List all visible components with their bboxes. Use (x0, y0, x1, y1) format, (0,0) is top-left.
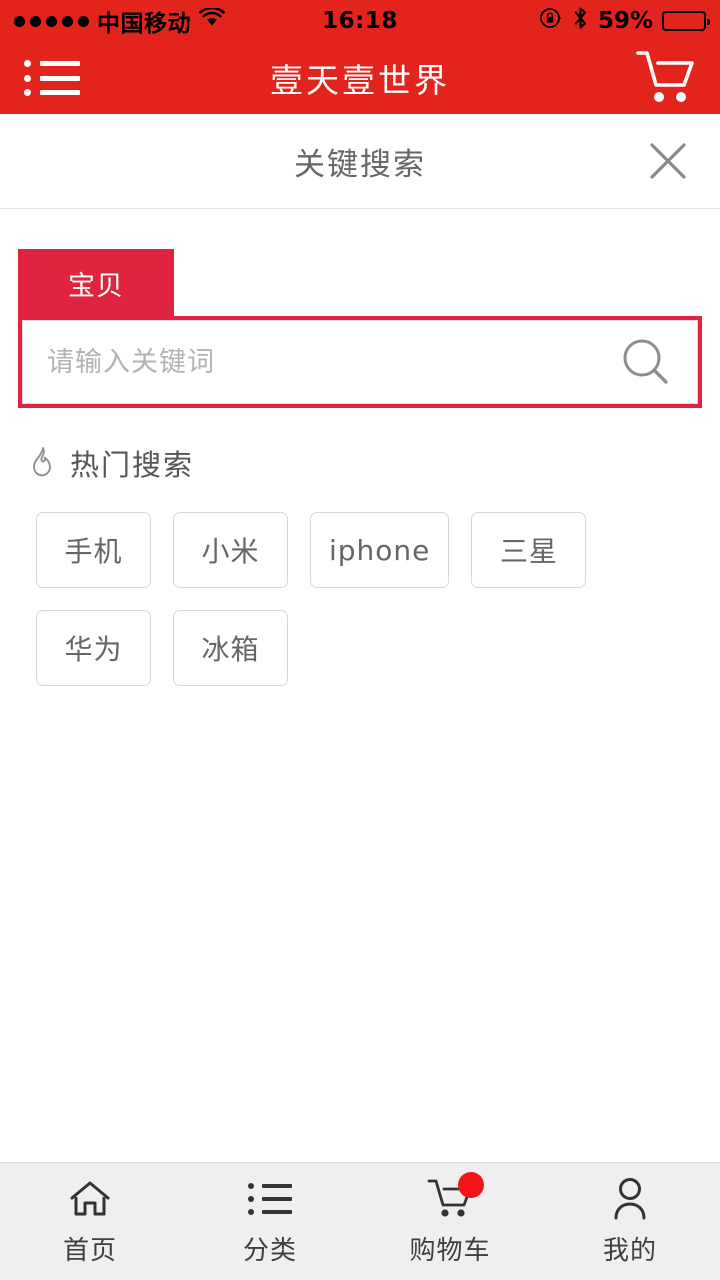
hot-search-title: 热门搜索 (70, 448, 195, 482)
search-area: 宝贝 (0, 209, 720, 408)
bottom-nav-label: 购物车 (409, 1236, 491, 1266)
bluetooth-icon (572, 6, 589, 36)
signal-strength-icon (14, 15, 89, 27)
battery-icon (662, 11, 710, 31)
battery-percent-label: 59% (597, 8, 653, 34)
page-title: 关键搜索 (294, 146, 426, 183)
flame-icon (28, 445, 58, 481)
shopping-cart-icon (426, 1172, 484, 1222)
bottom-nav-item-3[interactable]: 我的 (540, 1163, 720, 1280)
app-header: 壹天壹世界 (0, 42, 720, 114)
hot-search-tag-list: 手机 小米 iphone 三星华为 冰箱 (18, 512, 618, 686)
status-bar-left: 中国移动 (14, 4, 225, 38)
status-bar: 中国移动 16:18 59% (0, 0, 720, 42)
header-shopping-cart-icon[interactable] (634, 48, 696, 108)
hot-search-tag[interactable]: 华为 (36, 610, 151, 686)
hot-search-header: 热门搜索 (18, 442, 702, 484)
user-profile-icon (610, 1176, 650, 1222)
hot-search-tag[interactable]: 三星 (471, 512, 587, 588)
bottom-nav-item-0[interactable]: 首页 (0, 1163, 180, 1280)
bottom-nav-item-1[interactable]: 分类 (180, 1163, 360, 1280)
category-list-icon (248, 1176, 292, 1222)
carrier-label: 中国移动 (97, 11, 191, 37)
app-title: 壹天壹世界 (270, 61, 450, 100)
hot-search-tag[interactable]: iphone (310, 512, 450, 588)
status-bar-right: 59% (539, 6, 710, 36)
cart-badge (458, 1172, 484, 1198)
bottom-navigation-bar: 首页 分类 购物车 我的 (0, 1162, 720, 1280)
search-tab-baobei[interactable]: 宝贝 (18, 249, 174, 316)
hot-search-section: 热门搜索 手机 小米 iphone 三星华为 冰箱 (0, 408, 720, 686)
bottom-nav-label: 我的 (602, 1236, 657, 1266)
bottom-nav-label: 首页 (62, 1236, 117, 1266)
hot-search-tag[interactable]: 手机 (36, 512, 151, 588)
list-menu-icon[interactable] (24, 56, 80, 100)
search-input-wrapper (22, 320, 698, 404)
search-tab-strip: 宝贝 (18, 249, 702, 316)
search-box (18, 316, 702, 408)
bottom-nav-item-2[interactable]: 购物车 (360, 1163, 540, 1280)
close-icon[interactable] (642, 135, 694, 187)
wifi-icon (199, 6, 225, 34)
hot-search-tag[interactable]: 小米 (173, 512, 288, 588)
rotation-lock-icon (539, 6, 563, 36)
home-icon (68, 1176, 112, 1222)
search-input[interactable] (47, 346, 615, 378)
sub-header: 关键搜索 (0, 114, 720, 209)
hot-search-tag[interactable]: 冰箱 (173, 610, 288, 686)
app-screen: 中国移动 16:18 59% 壹天壹世界 关键搜索 宝贝 请输入关键词 热门搜索… (0, 0, 720, 1280)
bottom-nav-label: 分类 (242, 1236, 297, 1266)
search-icon[interactable] (615, 331, 677, 393)
